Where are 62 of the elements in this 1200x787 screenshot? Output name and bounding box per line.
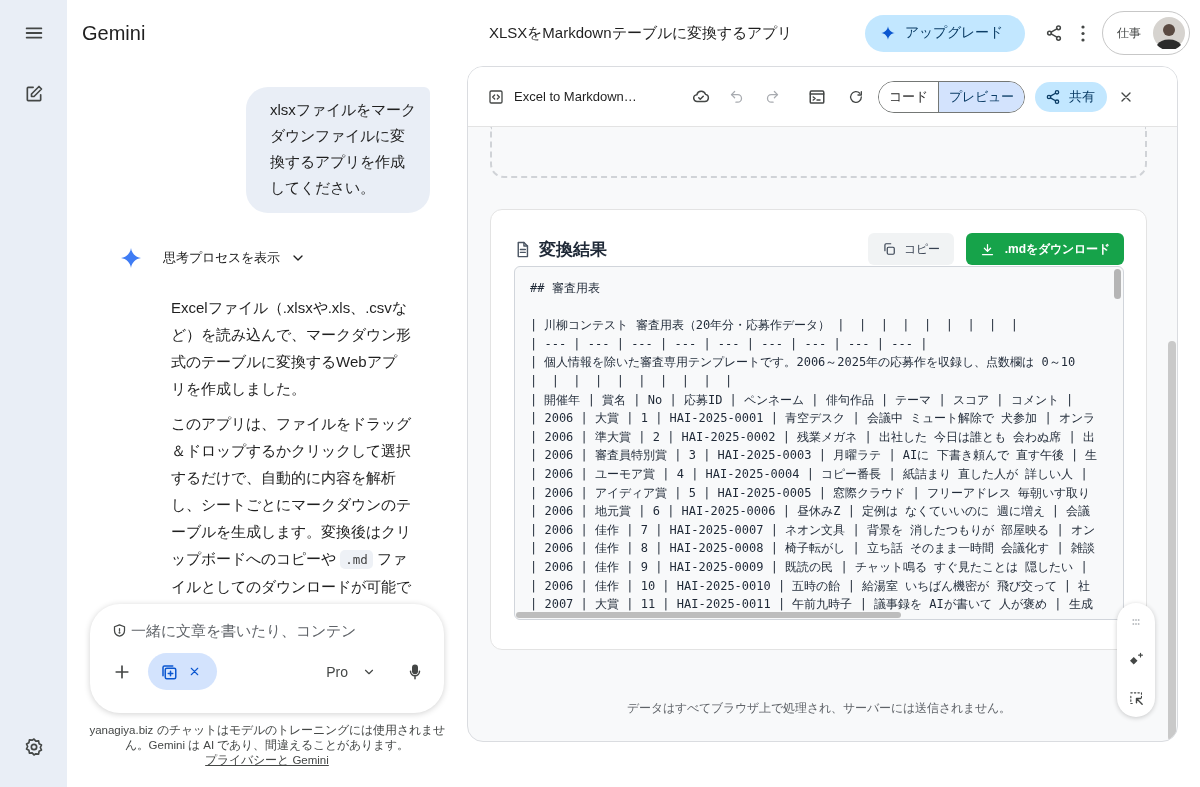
code-line: | 2006 | 佳作 | 9 | HAI-2025-0009 | 既読の民 | チャット鳴る すぐ見たことは 隠したい | (530, 558, 1088, 576)
app-name: Gemini (81, 21, 147, 45)
chat-title: XLSXをMarkdownテーブルに変換するアプリ (488, 23, 792, 43)
privacy-notice: データはすべてブラウザ上で処理され、サーバーには送信されません。 (625, 701, 1012, 716)
refresh-button[interactable] (848, 88, 864, 105)
sparkle-icon (880, 25, 896, 41)
response-text: このアプリは、ファイルをドラッグ＆ドロップするかクリックして選択するだけで、自動的に内容を解析し、シートごとにマークダウンのテーブルを生成します。変換後はクリップボードへのコピーや .md ファイルとしてのダウンロードが可能で (171, 414, 411, 594)
redo-icon (765, 89, 780, 104)
copy-icon (881, 242, 896, 256)
account-button[interactable]: 仕事 (1102, 11, 1190, 55)
code-line: | 2006 | 大賞 | 1 | HAI-2025-0001 | 青空デスク | 会議中 ミュート解除で 犬参加 | オンラ (530, 410, 1095, 428)
more-icon (1081, 24, 1085, 42)
code-line: | 開催年 | 賞名 | No | 応募ID | ペンネーム | 俳句作品 | テーマ | スコア | コメント | (530, 391, 1074, 409)
avatar-icon (1153, 17, 1185, 49)
scrollbar[interactable] (1114, 269, 1121, 299)
view-tab[interactable]: プレビュー (938, 81, 1024, 112)
code-line: ## 審査用表 (530, 280, 600, 297)
upgrade-button[interactable]: アップグレード (865, 14, 1025, 52)
code-line: | 2006 | 地元賞 | 6 | HAI-2025-0006 | 昼休みZ | 定例は なくていいのに 週に増え | 会議 (530, 503, 1091, 521)
result-heading: 変換結果 (539, 238, 607, 261)
code-icon (488, 88, 504, 105)
share-icon (1045, 88, 1061, 105)
disclaimer-text: yanagiya.biz のチャットはモデルのトレーニングには使用されません。Gemini は AI であり、間違えることがあります。 (88, 723, 446, 753)
thinking-toggle[interactable]: 思考プロセスを表示 (163, 249, 306, 267)
response-text: Excelファイル（.xlsxや.xls、.csvなど）を読み込んで、マークダウン形式のテーブルに変換するWebアプリを作成しました。 (171, 298, 411, 399)
scrollbar[interactable] (516, 612, 901, 618)
settings-button[interactable] (23, 737, 44, 757)
share-button[interactable]: 共有 (1035, 81, 1107, 112)
code-line: | 2006 | 準大賞 | 2 | HAI-2025-0002 | 残業メガネ | 出社した 今日は誰とも 会わぬ席 | 出 (530, 428, 1095, 446)
close-icon (188, 665, 201, 678)
privacy-link[interactable]: プライバシーと Gemini (205, 754, 329, 766)
copy-button[interactable]: コピー (867, 233, 954, 265)
refresh-icon (848, 88, 864, 105)
code-line: | 2006 | 審査員特別賞 | 3 | HAI-2025-0003 | 月曜ラテ | AIに 下書き頼んで 直す午後 | 生 (530, 447, 1098, 465)
undo-icon (729, 89, 744, 104)
code-line: | --- | --- | --- | --- | --- | --- | --- | --- | --- | (530, 335, 928, 353)
shield-icon (112, 623, 127, 638)
canvas-title: Excel to Markdown… (514, 89, 638, 104)
share-icon (1045, 24, 1063, 42)
code-line: | 川柳コンテスト 審査用表（20年分・応募作データ） | | | | | | | | | (530, 317, 1018, 335)
user-message: xlsxファイルをマークダウンファイルに変換するアプリを作成してください。 (246, 87, 430, 213)
canvas-tool-chip[interactable] (148, 653, 217, 690)
terminal-icon (808, 87, 826, 106)
code-line: | 2006 | 佳作 | 10 | HAI-2025-0010 | 五時の飴 | 給湯室 いちばん機密が 飛び交って | 社 (530, 577, 1091, 595)
more-button[interactable] (1081, 24, 1085, 42)
code-line: | 2006 | 佳作 | 8 | HAI-2025-0008 | 椅子転がし | 立ち話 そのまま一時間 会議化す | 雑談 (530, 540, 1095, 558)
select-button[interactable] (1127, 689, 1145, 707)
model-picker[interactable]: Pro (326, 663, 376, 680)
scrollbar[interactable] (1168, 341, 1176, 741)
prompt-input[interactable]: 一緒に文章を書いたり、コンテン (131, 622, 421, 639)
settings-icon (23, 737, 44, 757)
console-button[interactable] (808, 87, 826, 106)
code-line: | 2007 | 大賞 | 11 | HAI-2025-0011 | 午前九時子 | 議事録を AIが書いて 人が褒め | 生成 (530, 596, 1093, 614)
code-line: | 2006 | 佳作 | 7 | HAI-2025-0007 | ネオン文具 | 背景を 消したつもりが 部屋映る | オン (530, 521, 1095, 539)
code-line: | | | | | | | | | | (530, 372, 733, 390)
code-line: | 個人情報を除いた審査専用テンプレートです。2006～2025年の応募作を収録し、点数欄は 0～10 (530, 354, 1076, 372)
code-line: | 2006 | ユーモア賞 | 4 | HAI-2025-0004 | コピー番長 | 紙詰まり 直した人が 詳しい人 | (530, 465, 1088, 483)
download-icon (979, 241, 995, 257)
select-icon (1127, 689, 1145, 707)
code-line: | 2006 | アイディア賞 | 5 | HAI-2025-0005 | 窓際クラウド | フリーアドレス 毎朝いす取り (530, 484, 1091, 502)
add-layer-icon (160, 662, 178, 681)
share-button[interactable] (1045, 24, 1063, 42)
